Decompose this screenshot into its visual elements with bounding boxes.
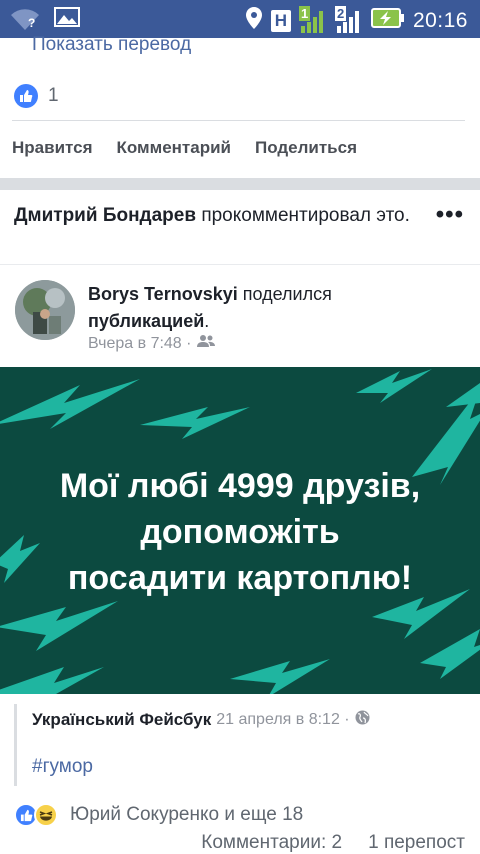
wifi-unknown-badge: ? bbox=[28, 15, 36, 30]
story-header: Дмитрий Бондарев прокомментировал это. bbox=[14, 202, 424, 230]
post-meta: Вчера в 7:48 · bbox=[88, 334, 216, 353]
reactors-text: Юрий Сокуренко и еще 18 bbox=[70, 804, 304, 825]
show-translation-link[interactable]: Показать перевод bbox=[32, 34, 191, 56]
publication-link[interactable]: публикацией bbox=[88, 311, 204, 331]
quote-bar bbox=[14, 704, 17, 786]
story-actor-link[interactable]: Дмитрий Бондарев bbox=[14, 205, 196, 226]
image-caption-line: посадити картоплю! bbox=[67, 559, 413, 597]
wifi-icon: ? bbox=[10, 8, 40, 32]
location-icon bbox=[245, 6, 263, 35]
globe-icon bbox=[355, 710, 370, 730]
hashtag-link[interactable]: #гумор bbox=[32, 756, 93, 778]
post-action-bar: Нравится Комментарий Поделиться bbox=[12, 138, 357, 158]
like-reaction-icon bbox=[14, 84, 38, 108]
h-network-icon: H bbox=[270, 9, 291, 32]
shares-count-link[interactable]: 1 перепост bbox=[368, 832, 465, 854]
comment-button[interactable]: Комментарий bbox=[117, 138, 231, 158]
image-caption: Мої любі 4999 друзів, допоможіть посадит… bbox=[0, 463, 480, 601]
comments-count-link[interactable]: Комментарии: 2 bbox=[201, 832, 342, 854]
author-name-link[interactable]: Borys Ternovskyi bbox=[88, 284, 238, 304]
header-period: . bbox=[204, 311, 210, 331]
source-line: Український Фейсбук 21 апреля в 8:12 · bbox=[32, 710, 370, 730]
sim1-label: 1 bbox=[298, 5, 311, 21]
signal-2-icon: 2 bbox=[334, 5, 363, 34]
likes-count: 1 bbox=[48, 85, 59, 106]
divider bbox=[0, 264, 480, 265]
divider bbox=[12, 120, 465, 121]
source-page-link[interactable]: Український Фейсбук bbox=[32, 710, 211, 730]
avatar[interactable] bbox=[15, 280, 75, 340]
share-button[interactable]: Поделиться bbox=[255, 138, 357, 158]
shared-verb: поделился bbox=[237, 284, 332, 304]
story-action-text: прокомментировал это. bbox=[196, 205, 410, 226]
reactions-summary[interactable]: Юрий Сокуренко и еще 18 bbox=[14, 803, 303, 827]
shared-post-header: Borys Ternovskyi поделился публикацией. bbox=[88, 281, 458, 335]
image-caption-line: Мої любі 4999 друзів, bbox=[59, 467, 421, 505]
haha-reaction-icon bbox=[34, 803, 58, 827]
status-bar: ? H 1 2 20:16 bbox=[0, 0, 480, 38]
more-options-icon[interactable]: ••• bbox=[436, 203, 464, 227]
signal-1-icon: 1 bbox=[298, 5, 327, 34]
post-timestamp[interactable]: Вчера в 7:48 · bbox=[88, 335, 191, 353]
like-button[interactable]: Нравится bbox=[12, 138, 93, 158]
source-date[interactable]: 21 апреля в 8:12 · bbox=[216, 711, 349, 729]
battery-charging-icon bbox=[370, 7, 405, 34]
feed-separator bbox=[0, 178, 480, 190]
sim2-label: 2 bbox=[334, 5, 347, 21]
likes-summary[interactable]: 1 bbox=[14, 83, 59, 109]
image-caption-line: допоможіть bbox=[140, 513, 340, 551]
post-image[interactable]: Мої любі 4999 друзів, допоможіть посадит… bbox=[0, 367, 480, 694]
engagement-counts: Комментарии: 2 1 перепост bbox=[201, 832, 465, 854]
friends-icon bbox=[197, 334, 216, 353]
clock: 20:16 bbox=[412, 8, 468, 32]
image-icon bbox=[54, 6, 80, 33]
